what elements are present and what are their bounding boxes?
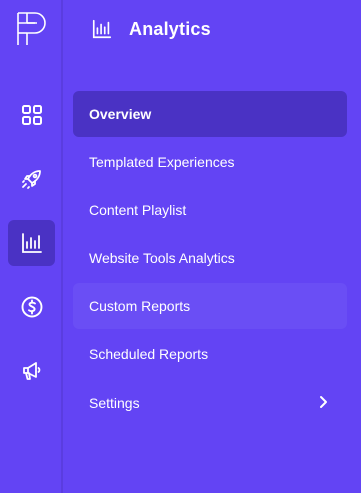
menu-item-templated-experiences[interactable]: Templated Experiences [73,139,347,185]
menu-item-label: Settings [89,395,140,411]
rail-grid-button[interactable] [8,92,55,138]
dollar-icon [21,296,42,318]
menu-item-label: Templated Experiences [89,154,235,170]
analytics-panel: Analytics Overview Templated Experiences… [63,0,361,493]
menu-item-label: Website Tools Analytics [89,250,235,266]
menu-item-label: Content Playlist [89,202,187,218]
menu-item-settings[interactable]: Settings [73,380,347,426]
panel-header: Analytics [63,0,361,60]
chevron-right-icon [320,396,327,408]
menu-item-overview[interactable]: Overview [73,91,347,137]
menu-item-label: Custom Reports [89,298,191,314]
menu-item-label: Overview [89,106,152,122]
bar-chart-icon [92,19,112,39]
icon-rail [0,0,63,493]
menu-item-website-tools-analytics[interactable]: Website Tools Analytics [73,235,347,281]
brand-logo[interactable] [15,10,49,48]
rail-rocket-button[interactable] [8,156,55,202]
rail-campaigns-button[interactable] [8,348,55,394]
grid-icon [21,105,42,125]
menu-item-scheduled-reports[interactable]: Scheduled Reports [73,331,347,377]
rocket-icon [21,170,41,189]
menu-item-custom-reports[interactable]: Custom Reports [73,283,347,329]
megaphone-icon [22,362,40,380]
rail-analytics-button[interactable] [8,220,55,266]
menu-item-content-playlist[interactable]: Content Playlist [73,187,347,233]
page-title: Analytics [129,19,211,39]
menu-item-label: Scheduled Reports [89,346,209,362]
rail-billing-button[interactable] [8,284,55,330]
bar-chart-icon [21,233,42,253]
